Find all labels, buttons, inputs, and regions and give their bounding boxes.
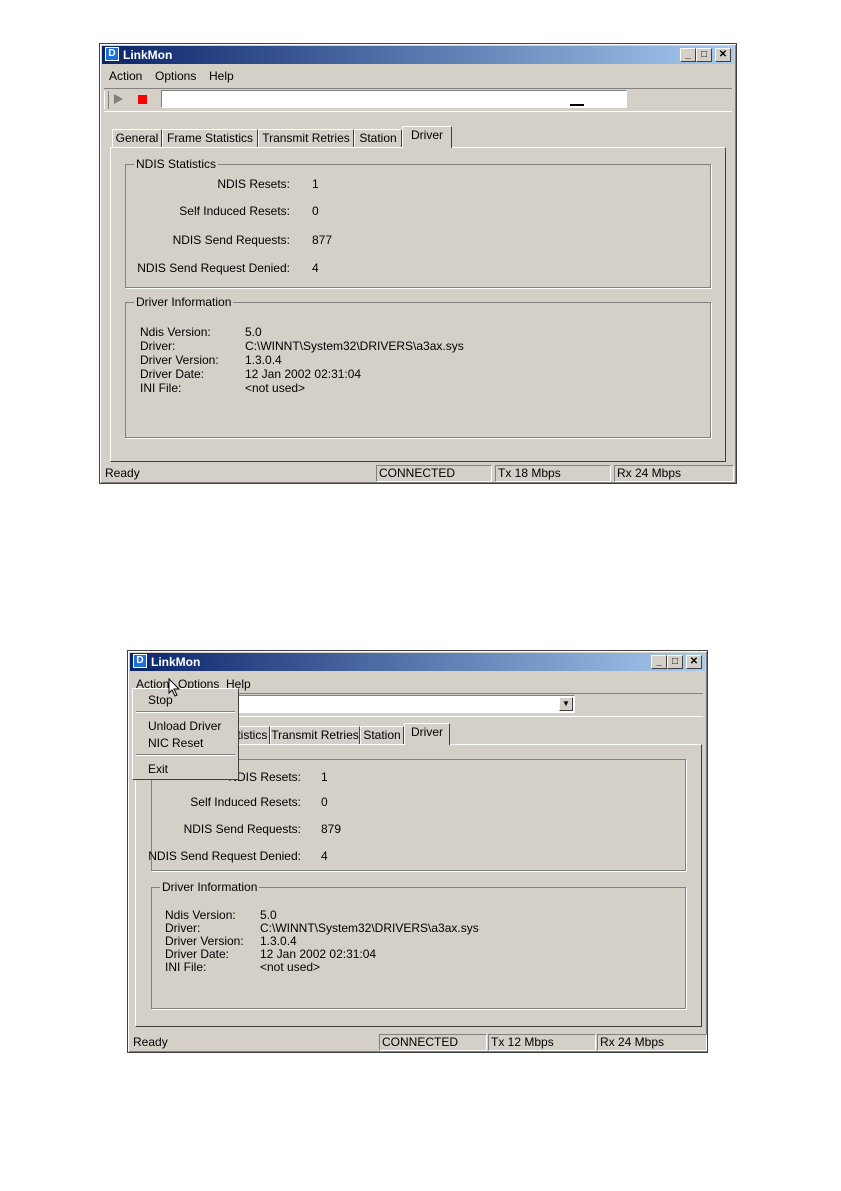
ndis-statistics-group: NDIS Statistics NDIS Resets: 1 Self Indu… (125, 157, 711, 288)
status-bar: Ready CONNECTED Tx 18 Mbps Rx 24 Mbps (102, 464, 734, 482)
close-button[interactable]: ✕ (686, 655, 702, 669)
self-induced-resets-value: 0 (321, 795, 328, 809)
tab-driver[interactable]: Driver (402, 126, 452, 148)
ndis-version-value: 5.0 (245, 325, 262, 339)
menu-item-unload-driver[interactable]: Unload Driver (148, 719, 221, 733)
driver-date-value: 12 Jan 2002 02:31:04 (260, 947, 377, 961)
ndis-resets-label: NDIS Resets: (217, 177, 290, 191)
ndis-statistics-title: NDIS Statistics (134, 157, 219, 171)
status-ready: Ready (105, 466, 140, 480)
driver-version-label: Driver Version: (165, 934, 244, 948)
status-tx-rate: Tx 12 Mbps (488, 1034, 596, 1051)
status-bar: Ready CONNECTED Tx 12 Mbps Rx 24 Mbps (130, 1033, 707, 1051)
tab-panel-driver: NDIS Resets: 1 Self Induced Resets: 0 ND… (135, 744, 702, 1027)
menu-options[interactable]: Options (155, 69, 196, 83)
ndis-resets-label: NDIS Resets: (228, 770, 301, 784)
close-button[interactable]: ✕ (715, 48, 731, 62)
ndis-send-requests-label: NDIS Send Requests: (172, 233, 290, 247)
driver-version-value: 1.3.0.4 (245, 353, 282, 367)
app-icon: D (105, 47, 119, 61)
self-induced-resets-label: Self Induced Resets: (179, 204, 290, 218)
status-rx-rate: Rx 24 Mbps (597, 1034, 707, 1051)
title-bar[interactable]: D LinkMon _ □ ✕ (102, 46, 734, 64)
menu-help[interactable]: Help (209, 69, 234, 83)
ndis-send-requests-value: 879 (321, 822, 342, 836)
driver-value: C:\WINNT\System32\DRIVERS\a3ax.sys (260, 921, 479, 935)
app-icon: D (133, 654, 147, 668)
status-connection: CONNECTED (379, 1034, 487, 1051)
menu-action[interactable]: Action (109, 69, 142, 83)
status-connection: CONNECTED (376, 465, 492, 482)
stop-icon[interactable] (138, 95, 147, 104)
ini-file-label: INI File: (165, 960, 207, 974)
status-ready: Ready (133, 1035, 168, 1049)
tab-station[interactable]: Station (360, 726, 404, 745)
self-induced-resets-label: Self Induced Resets: (190, 795, 301, 809)
ndis-resets-value: 1 (321, 770, 328, 784)
minimize-button[interactable]: _ (651, 655, 667, 669)
tab-transmit-retries[interactable]: Transmit Retries (258, 129, 354, 148)
ndis-send-requests-label: NDIS Send Requests: (183, 822, 301, 836)
ndis-version-label: Ndis Version: (140, 325, 211, 339)
ndis-send-requests-value: 877 (312, 233, 333, 247)
toolbar-grip (104, 91, 109, 109)
ndis-version-value: 5.0 (260, 908, 277, 922)
maximize-button[interactable]: □ (696, 48, 712, 62)
tab-driver[interactable]: Driver (404, 723, 450, 745)
toolbar (104, 88, 732, 112)
driver-information-group: Driver Information Ndis Version: 5.0 Dri… (151, 880, 686, 1009)
self-induced-resets-value: 0 (312, 204, 319, 218)
driver-label: Driver: (165, 921, 201, 935)
ndis-send-request-denied-label: NDIS Send Request Denied: (137, 261, 290, 275)
play-icon[interactable] (114, 94, 123, 104)
maximize-button[interactable]: □ (667, 655, 683, 669)
driver-information-title: Driver Information (134, 295, 234, 309)
address-combo[interactable]: ▼ (236, 695, 575, 713)
linkmon-window-2: D LinkMon _ □ ✕ Action Options Help ▼ at… (127, 650, 708, 1053)
driver-information-title: Driver Information (160, 880, 260, 894)
menu-item-exit[interactable]: Exit (148, 762, 168, 776)
tab-general[interactable]: General (112, 129, 162, 148)
text-caret (570, 104, 584, 106)
window-title: LinkMon (151, 655, 201, 669)
linkmon-window-1: D LinkMon _ □ ✕ Action Options Help Gene… (99, 43, 737, 484)
tab-frame-statistics[interactable]: Frame Statistics (162, 129, 258, 148)
status-rx-rate: Rx 24 Mbps (614, 465, 734, 482)
driver-information-group: Driver Information Ndis Version: 5.0 Dri… (125, 295, 711, 438)
driver-version-value: 1.3.0.4 (260, 934, 297, 948)
menu-separator (136, 711, 235, 713)
menu-item-nic-reset[interactable]: NIC Reset (148, 736, 203, 750)
driver-date-label: Driver Date: (165, 947, 230, 961)
ndis-version-label: Ndis Version: (165, 908, 236, 922)
driver-date-value: 12 Jan 2002 02:31:04 (245, 367, 362, 381)
tab-transmit-retries[interactable]: Transmit Retries (270, 726, 360, 745)
ini-file-label: INI File: (140, 381, 182, 395)
minimize-button[interactable]: _ (680, 48, 696, 62)
ndis-send-request-denied-value: 4 (312, 261, 319, 275)
menu-bar: Action Options Help (102, 66, 734, 86)
tab-strip: General Frame Statistics Transmit Retrie… (112, 126, 732, 148)
ini-file-value: <not used> (260, 960, 321, 974)
tab-panel-driver: NDIS Statistics NDIS Resets: 1 Self Indu… (110, 147, 726, 462)
title-bar[interactable]: D LinkMon _ □ ✕ (130, 653, 705, 671)
menu-separator (136, 754, 235, 756)
ndis-resets-value: 1 (312, 177, 319, 191)
tab-station[interactable]: Station (354, 129, 402, 148)
status-tx-rate: Tx 18 Mbps (495, 465, 611, 482)
address-input[interactable] (161, 90, 627, 108)
ndis-send-request-denied-label: NDIS Send Request Denied: (148, 849, 301, 863)
driver-value: C:\WINNT\System32\DRIVERS\a3ax.sys (245, 339, 464, 353)
ndis-send-request-denied-value: 4 (321, 849, 328, 863)
window-title: LinkMon (123, 48, 173, 62)
tab-strip: atistics Transmit Retries Station Driver (228, 723, 708, 745)
chevron-down-icon[interactable]: ▼ (559, 697, 573, 711)
driver-label: Driver: (140, 339, 176, 353)
action-menu: Stop Unload Driver NIC Reset Exit (132, 688, 239, 780)
mouse-cursor-icon (168, 678, 181, 697)
driver-version-label: Driver Version: (140, 353, 219, 367)
ini-file-value: <not used> (245, 381, 306, 395)
driver-date-label: Driver Date: (140, 367, 205, 381)
